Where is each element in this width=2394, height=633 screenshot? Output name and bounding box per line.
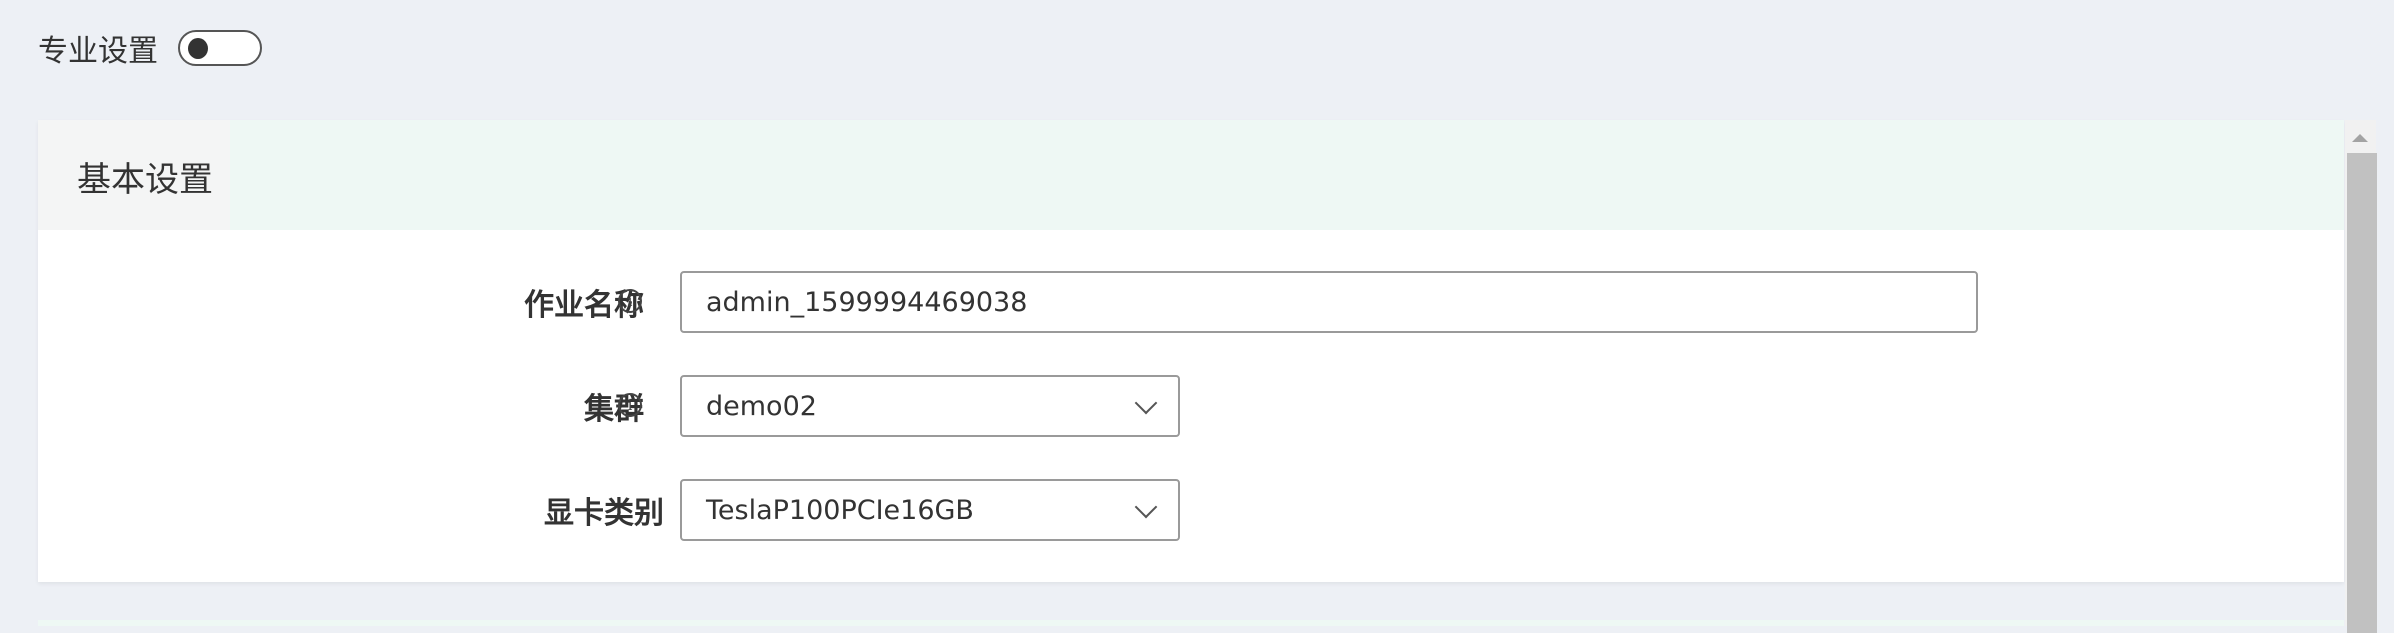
- scroll-up-arrow-icon[interactable]: [2352, 134, 2368, 142]
- job-name-input[interactable]: admin_1599994469038: [680, 271, 1978, 333]
- tab-label: 基本设置: [77, 160, 213, 200]
- pro-settings-label: 专业设置: [38, 34, 158, 69]
- chevron-down-icon: [1134, 391, 1158, 415]
- gpu-type-row: 显卡类别 TeslaP100PCIe16GB: [38, 479, 2344, 541]
- info-icon[interactable]: i: [618, 393, 642, 417]
- gpu-type-label: 显卡类别: [544, 496, 664, 531]
- cluster-value: demo02: [706, 390, 817, 422]
- cluster-row: 集群 i demo02: [38, 375, 2344, 437]
- toggle-knob: [188, 38, 208, 59]
- gpu-type-value: TeslaP100PCIe16GB: [706, 494, 974, 526]
- scrollbar[interactable]: [2345, 120, 2377, 633]
- gpu-type-select[interactable]: TeslaP100PCIe16GB: [680, 479, 1180, 541]
- info-icon[interactable]: i: [618, 289, 642, 313]
- card-header: 基本设置: [38, 120, 2344, 230]
- job-name-row: 作业名称 i admin_1599994469038: [38, 271, 2344, 333]
- scrollbar-thumb[interactable]: [2347, 153, 2377, 633]
- basic-settings-card: 基本设置 作业名称 i admin_1599994469038 集群 i dem…: [38, 120, 2344, 582]
- next-section-edge: [38, 620, 2344, 626]
- pro-settings: 专业设置: [38, 28, 262, 69]
- chevron-down-icon: [1134, 495, 1158, 519]
- job-name-value: admin_1599994469038: [706, 286, 1028, 318]
- cluster-select[interactable]: demo02: [680, 375, 1180, 437]
- pro-settings-toggle[interactable]: [178, 30, 262, 66]
- tab-basic-settings[interactable]: 基本设置: [38, 120, 230, 230]
